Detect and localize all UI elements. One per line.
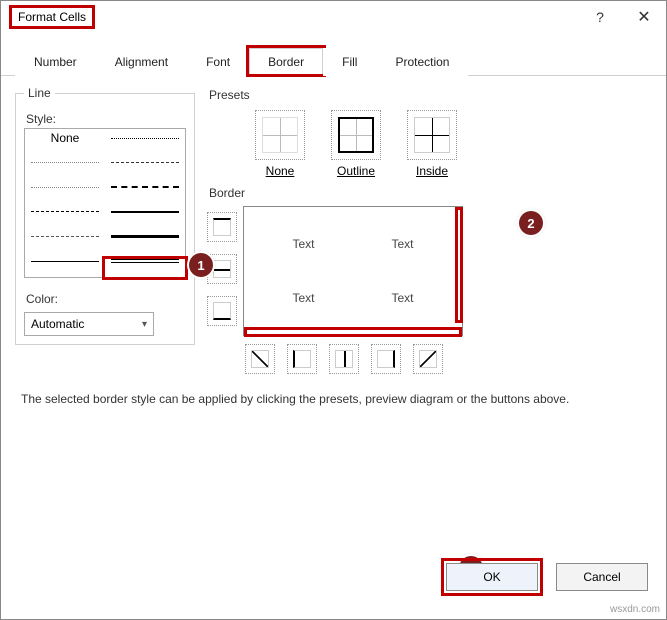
preset-outline[interactable]: Outline xyxy=(331,110,381,178)
annotation-marker-1: 1 xyxy=(189,253,213,277)
watermark: wsxdn.com xyxy=(610,604,660,615)
help-button[interactable]: ? xyxy=(578,1,622,33)
titlebar: Format Cells ? ✕ xyxy=(1,1,666,33)
line-color-value: Automatic xyxy=(31,317,84,331)
line-group-label: Line xyxy=(24,86,55,100)
style-label: Style: xyxy=(26,112,186,126)
preview-right-highlight xyxy=(455,207,463,323)
tab-number[interactable]: Number xyxy=(15,48,96,76)
border-preview[interactable]: Text Text Text Text xyxy=(243,206,463,336)
line-style-dash-dot[interactable] xyxy=(25,228,105,246)
line-style-none[interactable]: None xyxy=(25,129,105,147)
dialog-buttons: OK Cancel xyxy=(446,563,648,591)
line-column: Line Style: None Color xyxy=(15,86,195,374)
line-style-hair[interactable] xyxy=(25,154,105,172)
close-icon: ✕ xyxy=(637,7,650,27)
line-style-dotted[interactable] xyxy=(25,178,105,196)
line-style-picker[interactable]: None xyxy=(24,128,186,278)
tab-font[interactable]: Font xyxy=(187,48,249,76)
help-text: The selected border style can be applied… xyxy=(1,374,666,406)
chevron-down-icon: ▾ xyxy=(142,319,147,330)
tab-protection[interactable]: Protection xyxy=(376,48,468,76)
line-color-combo[interactable]: Automatic ▾ xyxy=(24,312,154,336)
border-right-button[interactable] xyxy=(371,344,401,374)
preview-bottom-highlight xyxy=(244,327,462,337)
line-style-medium[interactable] xyxy=(105,203,185,221)
preview-cell-br: Text xyxy=(353,271,452,325)
line-style-dash-dot-med[interactable] xyxy=(105,154,185,172)
color-label: Color: xyxy=(26,292,186,306)
border-left-button[interactable] xyxy=(287,344,317,374)
format-cells-dialog: Format Cells ? ✕ Number Alignment Font B… xyxy=(0,0,667,620)
cancel-button[interactable]: Cancel xyxy=(556,563,648,591)
ok-button[interactable]: OK xyxy=(446,563,538,591)
preview-cell-tr: Text xyxy=(353,217,452,271)
preview-grid: Text Text Text Text xyxy=(254,217,452,325)
right-column: Presets None Outline Inside Border xyxy=(207,86,652,374)
line-style-selection-highlight xyxy=(105,259,185,277)
tab-alignment[interactable]: Alignment xyxy=(96,48,187,76)
preview-cell-bl: Text xyxy=(254,271,353,325)
tab-fill[interactable]: Fill xyxy=(323,48,376,76)
border-label: Border xyxy=(209,186,652,200)
line-style-dashed[interactable] xyxy=(25,203,105,221)
border-area: Text Text Text Text xyxy=(207,204,652,374)
preview-cell-tl: Text xyxy=(254,217,353,271)
tab-border[interactable]: Border xyxy=(249,48,323,76)
preset-inside[interactable]: Inside xyxy=(407,110,457,178)
line-style-thick[interactable] xyxy=(105,228,185,246)
border-vertical-mid-button[interactable] xyxy=(329,344,359,374)
help-icon: ? xyxy=(596,9,604,25)
preset-outline-icon xyxy=(331,110,381,160)
preset-none[interactable]: None xyxy=(255,110,305,178)
presets-label: Presets xyxy=(209,88,652,102)
border-diag-up-button[interactable] xyxy=(245,344,275,374)
preset-inside-icon xyxy=(407,110,457,160)
presets-row: None Outline Inside xyxy=(207,106,652,184)
line-group: Line Style: None Color xyxy=(15,86,195,345)
dialog-title: Format Cells xyxy=(9,5,95,29)
border-preview-container: Text Text Text Text xyxy=(243,204,463,374)
border-bottom-buttons xyxy=(243,344,463,374)
line-style-dash-med[interactable] xyxy=(105,178,185,196)
line-style-thin[interactable] xyxy=(25,252,105,270)
border-diag-down-button[interactable] xyxy=(413,344,443,374)
close-button[interactable]: ✕ xyxy=(622,1,666,33)
tab-bar: Number Alignment Font Border Fill Protec… xyxy=(1,33,666,76)
border-bottom-button[interactable] xyxy=(207,296,237,326)
border-top-button[interactable] xyxy=(207,212,237,242)
annotation-marker-2: 2 xyxy=(519,211,543,235)
preset-none-icon xyxy=(255,110,305,160)
dialog-content: Line Style: None Color xyxy=(1,76,666,374)
line-style-dash-dot-dot[interactable] xyxy=(105,129,185,147)
